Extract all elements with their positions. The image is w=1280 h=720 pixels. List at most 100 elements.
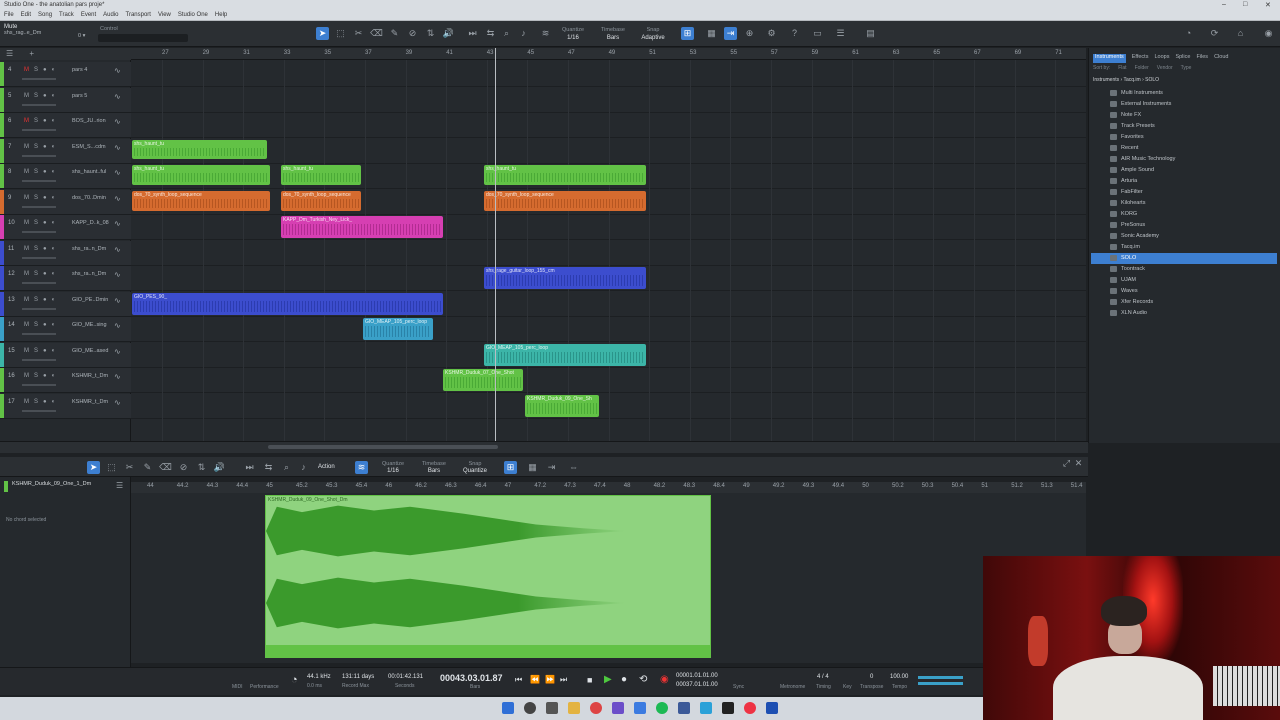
browser-item[interactable]: Track Presets xyxy=(1105,121,1277,132)
record-arm-button[interactable]: ● xyxy=(43,118,52,124)
stop-icon[interactable]: ■ xyxy=(587,675,592,685)
track-name[interactable]: shs_haunt..ful xyxy=(72,169,112,175)
track-header[interactable]: 14 MS●◐ GIO_ME..sing ∿ xyxy=(0,317,131,342)
track-volume-fader[interactable] xyxy=(22,129,56,131)
record-arm-button[interactable]: ● xyxy=(43,144,52,150)
track-name[interactable]: KAPP_D..k_08 xyxy=(72,220,112,226)
snap-value[interactable]: Adaptive xyxy=(633,35,673,41)
record-arm-button[interactable]: ● xyxy=(43,220,52,226)
tools-icon[interactable]: ⚙ xyxy=(765,27,778,40)
quantize-value[interactable]: 1/16 xyxy=(553,35,593,41)
monitor-button[interactable]: ◐ xyxy=(52,220,61,226)
monitor-button[interactable]: ◐ xyxy=(52,67,61,73)
menu-item-file[interactable]: File xyxy=(4,12,14,19)
record-arm-button[interactable]: ● xyxy=(43,297,52,303)
record-arm-button[interactable]: ● xyxy=(43,169,52,175)
record-arm-button[interactable]: ● xyxy=(43,93,52,99)
menu-item-edit[interactable]: Edit xyxy=(21,12,31,19)
audio-clip[interactable]: GIO_PES_90_ xyxy=(132,292,443,315)
track-header[interactable]: 11 MS●◐ shs_ra..n_Dm ∿ xyxy=(0,240,131,266)
browser-tab-effects[interactable]: Effects xyxy=(1132,54,1149,63)
record-icon[interactable]: ● xyxy=(621,674,627,685)
browser-item[interactable]: External Instruments xyxy=(1105,99,1277,110)
solo-button[interactable]: S xyxy=(34,169,43,175)
mute-button[interactable]: M xyxy=(24,195,34,201)
editor-grid-icon[interactable]: ▦ xyxy=(526,461,539,474)
mute-button[interactable]: M xyxy=(24,322,34,328)
solo-button[interactable]: S xyxy=(34,118,43,124)
editor-eraser-tool-icon[interactable]: ⌫ xyxy=(159,461,172,474)
autoscroll-icon[interactable]: ⇥ xyxy=(724,27,737,40)
time-signature[interactable]: 4 / 4 xyxy=(817,674,829,680)
control-select[interactable] xyxy=(98,34,188,42)
arrow-tool-icon[interactable]: ➤ xyxy=(316,27,329,40)
sync-icon[interactable]: ⟳ xyxy=(1208,27,1221,40)
track-volume-fader[interactable] xyxy=(22,231,56,233)
track-name[interactable]: dos_70..Dmin xyxy=(72,195,112,201)
rewind-icon[interactable]: ⏪ xyxy=(530,675,540,684)
editor-bend-tool-icon[interactable]: ⇅ xyxy=(195,461,208,474)
monitor-button[interactable]: ◐ xyxy=(52,246,61,252)
range-tool-icon[interactable]: ⬚ xyxy=(334,27,347,40)
audio-clip[interactable]: shs_haunt_tu xyxy=(281,165,361,185)
eraser-tool-icon[interactable]: ⌫ xyxy=(370,27,383,40)
browser-tab-instruments[interactable]: Instruments xyxy=(1093,54,1126,63)
menu-item-track[interactable]: Track xyxy=(59,12,74,19)
browser-item[interactable]: Arturia xyxy=(1105,176,1277,187)
store-icon[interactable] xyxy=(634,702,646,714)
browser-item[interactable]: Favorites xyxy=(1105,132,1277,143)
menu-item-audio[interactable]: Audio xyxy=(103,12,118,19)
track-name[interactable]: KSHMR_t_Dm xyxy=(72,373,112,379)
record-arm-button[interactable]: ● xyxy=(43,271,52,277)
monitor-button[interactable]: ◐ xyxy=(52,144,61,150)
audio-clip[interactable]: shs_haunt_tu xyxy=(132,139,267,159)
draw-tool-icon[interactable]: ✎ xyxy=(388,27,401,40)
menu-item-transport[interactable]: Transport xyxy=(126,12,151,19)
monitor-button[interactable]: ◐ xyxy=(52,297,61,303)
record-arm-button[interactable]: ● xyxy=(43,348,52,354)
browser-sort-option[interactable]: Flat xyxy=(1118,65,1126,71)
editor-zoom-icon[interactable]: ⌕ xyxy=(280,461,293,474)
browser-item[interactable]: Tacq.im xyxy=(1105,242,1277,253)
studio-one-icon[interactable] xyxy=(766,702,778,714)
start-icon[interactable] xyxy=(502,702,514,714)
browser-sort-option[interactable]: Sort by: xyxy=(1093,65,1110,71)
track-volume-fader[interactable] xyxy=(22,384,56,386)
browser-icon[interactable] xyxy=(744,702,756,714)
maximize-button[interactable]: □ xyxy=(1243,1,1247,8)
track-volume-fader[interactable] xyxy=(22,154,56,157)
track-header[interactable]: 12 MS●◐ shs_ra..n_Dm ∿ xyxy=(0,266,131,291)
browser-tab-splice[interactable]: Splice xyxy=(1175,54,1190,63)
chrome-icon[interactable] xyxy=(590,702,602,714)
snap-toggle-icon[interactable]: ⊞ xyxy=(681,27,694,40)
track-volume-fader[interactable] xyxy=(22,282,56,284)
playhead-cursor[interactable] xyxy=(495,48,496,443)
view-icon[interactable]: ▭ xyxy=(811,27,824,40)
audio-clip[interactable]: dos_70_synth_loop_sequence xyxy=(484,190,646,211)
browser-item[interactable]: UJAM xyxy=(1105,275,1277,286)
solo-button[interactable]: S xyxy=(34,348,43,354)
browser-item[interactable]: Note FX xyxy=(1105,110,1277,121)
editor-close-icon[interactable]: ✕ xyxy=(1072,457,1085,470)
search-icon[interactable] xyxy=(524,702,536,714)
browser-sort-option[interactable]: Vendor xyxy=(1157,65,1173,71)
editor-quantize-value[interactable]: 1/16 xyxy=(373,468,413,474)
track-name[interactable]: ESM_S...cdm xyxy=(72,144,112,150)
browser-item[interactable]: Ample Sound xyxy=(1105,165,1277,176)
track-header[interactable]: 17 MS●◐ KSHMR_t_Dm ∿ xyxy=(0,393,131,419)
browser-sort-option[interactable]: Type xyxy=(1181,65,1192,71)
layout-icon[interactable]: ☰ xyxy=(834,27,847,40)
mute-button[interactable]: M xyxy=(24,144,34,150)
mute-button[interactable]: M xyxy=(24,93,34,99)
position-bars[interactable]: 00043.03.01.87 xyxy=(440,673,503,683)
track-header[interactable]: 16 MS●◐ KSHMR_t_Dm ∿ xyxy=(0,368,131,393)
editor-skip-icon[interactable]: ⏭ xyxy=(243,461,256,474)
mute-button[interactable]: M xyxy=(24,220,34,226)
loop-icon[interactable]: ⇆ xyxy=(484,27,497,40)
mute-button[interactable]: M xyxy=(24,348,34,354)
grid-icon[interactable]: ▦ xyxy=(705,27,718,40)
account-icon[interactable]: ◔ xyxy=(1182,27,1195,40)
record-arm-button[interactable]: ● xyxy=(43,373,52,379)
editor-expand-icon[interactable]: ⇔ xyxy=(567,461,580,474)
menu-item-view[interactable]: View xyxy=(158,12,171,19)
